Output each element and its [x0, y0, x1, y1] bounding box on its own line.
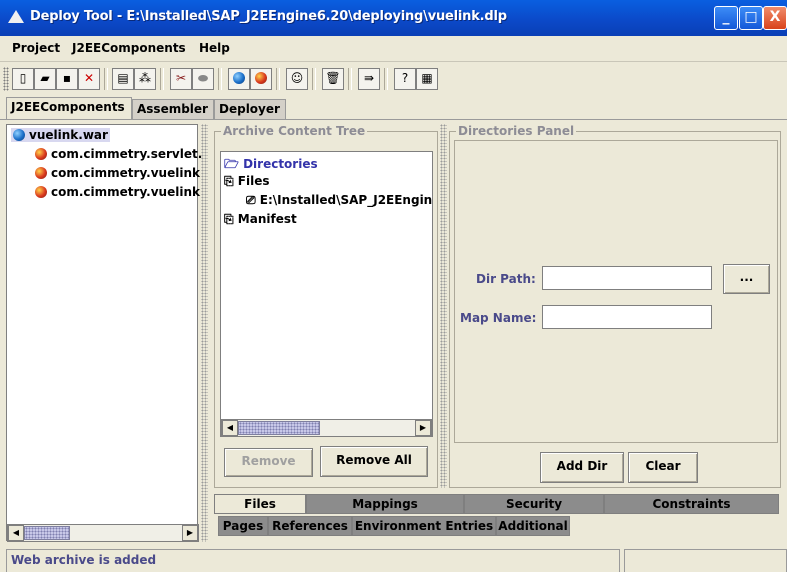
component-icon — [35, 167, 47, 179]
node-file-path-label: E:\Installed\SAP_J2EEngin — [259, 193, 433, 207]
scrollbar-thumb[interactable] — [238, 421, 320, 435]
menu-bar: Project J2EEComponents Help — [0, 36, 787, 62]
menu-help[interactable]: Help — [199, 41, 230, 55]
component-tree[interactable]: vuelink.war com.cimmetry.servlet. com.ci… — [6, 124, 202, 541]
tab-mappings[interactable]: Mappings — [306, 494, 464, 514]
remove-all-button[interactable]: Remove All — [320, 446, 428, 477]
folder-icon: 🗁 — [224, 157, 239, 171]
tree-root-label: vuelink.war — [29, 128, 108, 142]
file-icon: ⎚ — [246, 193, 256, 207]
tab-references[interactable]: References — [268, 516, 352, 536]
node-directories[interactable]: 🗁 Directories — [224, 155, 318, 176]
tab-security[interactable]: Security — [464, 494, 604, 514]
war-icon — [13, 129, 25, 141]
manifest-icon: ⎘ — [224, 212, 234, 226]
tools-icon[interactable]: ✂ — [170, 68, 192, 90]
tree-view-icon[interactable]: ⁂ — [134, 68, 156, 90]
toolbar-separator — [276, 68, 280, 90]
close-button[interactable]: X — [763, 6, 787, 30]
browse-button[interactable]: ... — [723, 264, 770, 294]
node-directories-label: Directories — [243, 157, 318, 171]
tab-pages[interactable]: Pages — [218, 516, 268, 536]
eraser-icon[interactable]: ⬬ — [192, 68, 214, 90]
left-splitter[interactable] — [201, 124, 208, 542]
toolbar: ▯ ▰ ▪ ✕ ▤ ⁂ ✂ ⬬ ☺ 🗑 ⇛ ? ▦ — [0, 62, 787, 96]
scroll-right-arrow-icon[interactable]: ▶ — [415, 420, 431, 436]
clear-button[interactable]: Clear — [628, 452, 698, 483]
toolbar-separator — [218, 68, 222, 90]
tab-assembler[interactable]: Assembler — [132, 99, 214, 119]
node-manifest-label: Manifest — [237, 212, 297, 226]
middle-splitter[interactable] — [440, 124, 447, 488]
app-icon — [8, 10, 24, 23]
properties-icon[interactable]: ▤ — [112, 68, 134, 90]
help-icon[interactable]: ? — [394, 68, 416, 90]
toolbar-separator — [384, 68, 388, 90]
tree-item-label: com.cimmetry.vuelink — [51, 166, 200, 180]
tab-deployer[interactable]: Deployer — [214, 99, 286, 119]
dir-path-label: Dir Path: — [476, 272, 536, 286]
toolbar-grip[interactable] — [3, 67, 9, 91]
toolbar-separator — [160, 68, 164, 90]
user-icon[interactable]: ☺ — [286, 68, 308, 90]
scroll-right-arrow-icon[interactable]: ▶ — [182, 525, 198, 541]
left-horizontal-scrollbar[interactable]: ◀ ▶ — [7, 524, 199, 542]
trash-icon[interactable]: 🗑 — [322, 68, 344, 90]
scrollbar-thumb[interactable] — [24, 526, 70, 540]
node-files-label: Files — [237, 174, 270, 188]
tab-environment-entries[interactable]: Environment Entries — [352, 516, 496, 536]
status-bar: Web archive is added — [6, 549, 620, 572]
document-icon[interactable]: ▦ — [416, 68, 438, 90]
deploy-icon[interactable]: ⇛ — [358, 68, 380, 90]
scroll-left-arrow-icon[interactable]: ◀ — [222, 420, 238, 436]
open-folder-icon[interactable]: ▰ — [34, 68, 56, 90]
globe-icon[interactable] — [228, 68, 250, 90]
menu-j2eecomponents[interactable]: J2EEComponents — [72, 41, 186, 55]
toolbar-separator — [312, 68, 316, 90]
toolbar-separator — [104, 68, 108, 90]
minimize-button[interactable]: _ — [714, 6, 738, 30]
dir-path-field[interactable] — [542, 266, 712, 290]
archive-tree[interactable]: 🗁 Directories ⎘ Files ⎚ E:\Installed\SAP… — [220, 151, 433, 437]
title-bar[interactable]: Deploy Tool - E:\Installed\SAP_J2EEngine… — [0, 0, 787, 36]
node-file-path[interactable]: ⎚ E:\Installed\SAP_J2EEngin — [246, 193, 432, 208]
new-file-icon[interactable]: ▯ — [12, 68, 34, 90]
tab-constraints[interactable]: Constraints — [604, 494, 779, 514]
node-manifest[interactable]: ⎘ Manifest — [224, 212, 297, 227]
tab-additional[interactable]: Additional — [496, 516, 570, 536]
tab-divider — [0, 119, 787, 120]
maximize-button[interactable]: □ — [739, 6, 763, 30]
tree-item-label: com.cimmetry.servlet. — [51, 147, 203, 161]
archive-horizontal-scrollbar[interactable]: ◀ ▶ — [221, 419, 432, 437]
files-icon: ⎘ — [224, 174, 234, 188]
component-icon — [35, 148, 47, 160]
node-files[interactable]: ⎘ Files — [224, 174, 270, 189]
tree-item-label: com.cimmetry.vuelink — [51, 185, 200, 199]
add-dir-button[interactable]: Add Dir — [540, 452, 624, 483]
map-name-label: Map Name: — [460, 311, 537, 325]
tree-item[interactable]: com.cimmetry.vuelink — [35, 185, 200, 199]
tab-j2eecomponents[interactable]: J2EEComponents — [6, 97, 132, 120]
save-icon[interactable]: ▪ — [56, 68, 78, 90]
menu-project[interactable]: Project — [12, 41, 60, 55]
scroll-left-arrow-icon[interactable]: ◀ — [8, 525, 24, 541]
remove-button[interactable]: Remove — [224, 448, 313, 477]
toolbar-separator — [348, 68, 352, 90]
close-file-icon[interactable]: ✕ — [78, 68, 100, 90]
archive-content-legend: Archive Content Tree — [221, 124, 368, 138]
tree-item[interactable]: com.cimmetry.vuelink — [35, 166, 200, 180]
tab-files[interactable]: Files — [214, 494, 306, 514]
directories-panel-legend: Directories Panel — [456, 124, 577, 138]
component-icon — [35, 186, 47, 198]
tree-root[interactable]: vuelink.war — [11, 128, 110, 142]
status-bar-secondary — [624, 549, 787, 572]
map-name-field[interactable] — [542, 305, 712, 329]
window-title: Deploy Tool - E:\Installed\SAP_J2EEngine… — [30, 9, 507, 24]
component-icon[interactable] — [250, 68, 272, 90]
tree-item[interactable]: com.cimmetry.servlet. — [35, 147, 202, 161]
